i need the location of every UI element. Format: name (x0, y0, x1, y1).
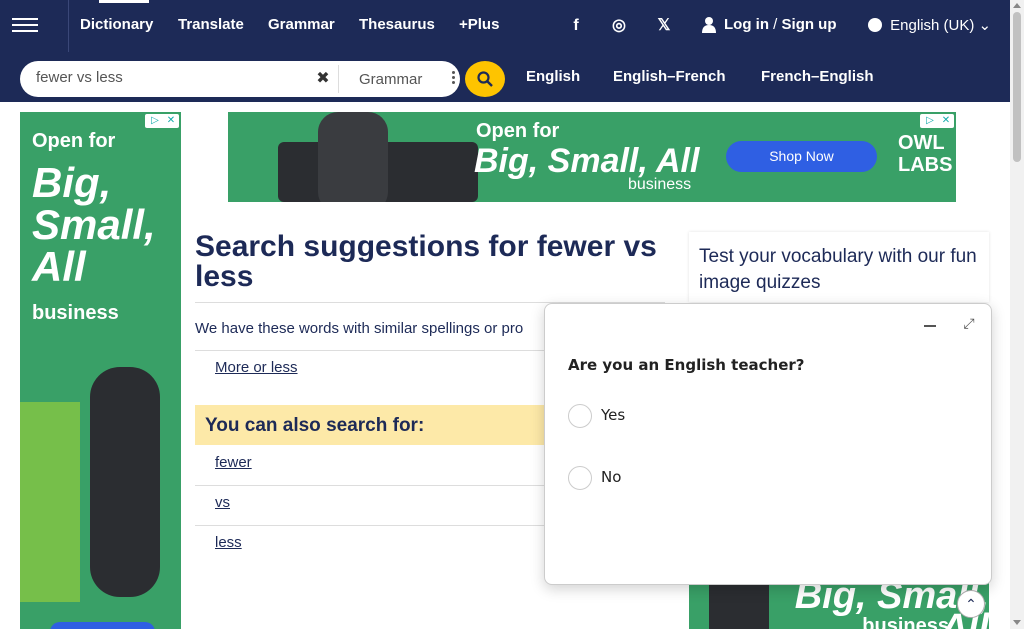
clear-search-icon[interactable]: ✖ (310, 61, 336, 97)
ad-product-image (90, 367, 160, 597)
search-scope-select[interactable]: Grammar (338, 65, 472, 93)
minimize-icon[interactable] (923, 316, 937, 330)
right-advertisement[interactable]: Big, Small, All business (689, 580, 989, 629)
left-advertisement[interactable]: ▷ ✕ Open for Big, Small, All business (20, 112, 181, 629)
scrollbar-thumb[interactable] (1013, 12, 1021, 162)
page-title: Search suggestions for fewer vs less (195, 232, 665, 292)
ad-left-line2: Big, Small, All (32, 159, 156, 290)
scrollbar[interactable] (1010, 0, 1024, 629)
ad-choices-icon[interactable]: ▷ ✕ (145, 114, 179, 128)
also-search-heading: You can also search for: (205, 415, 425, 436)
nav-dictionary[interactable]: Dictionary (80, 16, 153, 33)
quiz-promo[interactable]: Test your vocabulary with our fun image … (689, 232, 989, 302)
also-link-less[interactable]: less (215, 534, 242, 551)
ad-left-line3: business (32, 302, 119, 324)
more-options-icon (452, 69, 456, 86)
ad-left-line1: Open for (32, 130, 116, 152)
suggestion-link[interactable]: More or less (215, 359, 298, 376)
ad-top-line3: business (628, 176, 692, 193)
login-link[interactable]: Log in (724, 16, 769, 33)
search-box: ✖ Grammar (20, 61, 460, 97)
nav-plus[interactable]: +Plus (459, 16, 499, 33)
expand-icon[interactable]: ⤢ (961, 316, 977, 332)
instagram-icon[interactable]: ◎ (609, 16, 629, 36)
auth-links: Log in / Sign up (724, 16, 837, 33)
user-icon (702, 17, 716, 33)
ad-choices-icon[interactable]: ▷ ✕ (920, 114, 954, 128)
ad-cta[interactable] (50, 622, 155, 629)
scroll-to-top-button[interactable]: ⌃ (957, 590, 985, 618)
scroll-down-arrow[interactable] (1013, 620, 1021, 625)
ad-bottom-line2: business (862, 615, 949, 629)
language-label: English (UK) (890, 17, 975, 34)
x-twitter-icon[interactable]: 𝕏 (654, 16, 674, 36)
nav-translate[interactable]: Translate (178, 16, 244, 33)
survey-question: Are you an English teacher? (568, 356, 805, 374)
signup-link[interactable]: Sign up (782, 16, 837, 33)
search-scope-label: Grammar (359, 71, 423, 88)
nav-grammar[interactable]: Grammar (268, 16, 335, 33)
search-bar: ✖ Grammar English English–French French–… (0, 52, 1010, 102)
divider (195, 525, 545, 526)
option-label: No (601, 468, 622, 486)
auth-separator: / (773, 16, 778, 33)
top-nav: Dictionary Translate Grammar Thesaurus +… (0, 0, 1010, 52)
scroll-up-arrow[interactable] (1013, 3, 1021, 8)
also-link-fewer[interactable]: fewer (215, 454, 252, 471)
option-label: Yes (601, 406, 626, 424)
ad-shop-now-button[interactable]: Shop Now (726, 141, 877, 172)
menu-icon[interactable] (12, 14, 38, 36)
radio-button[interactable] (568, 404, 592, 428)
search-button[interactable] (465, 61, 505, 97)
ad-brand-logo: OWL LABS (898, 132, 953, 176)
ad-top-line1: Open for (476, 120, 560, 142)
nav-divider (68, 0, 69, 52)
survey-popup: ⤢ Are you an English teacher? Yes No (544, 303, 992, 585)
ad-product-speaker (318, 112, 388, 202)
facebook-icon[interactable]: f (566, 16, 586, 36)
search-icon (477, 71, 493, 87)
top-banner-advertisement[interactable]: Open for Big, Small, All business Shop N… (228, 112, 956, 202)
quiz-heading: Test your vocabulary with our fun image … (699, 246, 977, 293)
similar-spellings-text: We have these words with similar spellin… (195, 320, 524, 337)
title-prefix: Search suggestions for (195, 230, 537, 263)
also-link-vs[interactable]: vs (215, 494, 230, 511)
search-input[interactable] (36, 69, 296, 86)
divider (195, 485, 545, 486)
nav-thesaurus[interactable]: Thesaurus (359, 16, 435, 33)
globe-icon (868, 18, 882, 32)
quick-link-french-english[interactable]: French–English (761, 68, 874, 85)
divider (195, 350, 545, 351)
language-selector[interactable]: English (UK) ⌄ (868, 16, 991, 34)
quick-link-english[interactable]: English (526, 68, 580, 85)
quick-link-english-french[interactable]: English–French (613, 68, 726, 85)
ad-product-base (20, 402, 80, 602)
chevron-down-icon: ⌄ (978, 17, 992, 34)
active-tab-indicator (99, 0, 149, 3)
radio-button[interactable] (568, 466, 592, 490)
